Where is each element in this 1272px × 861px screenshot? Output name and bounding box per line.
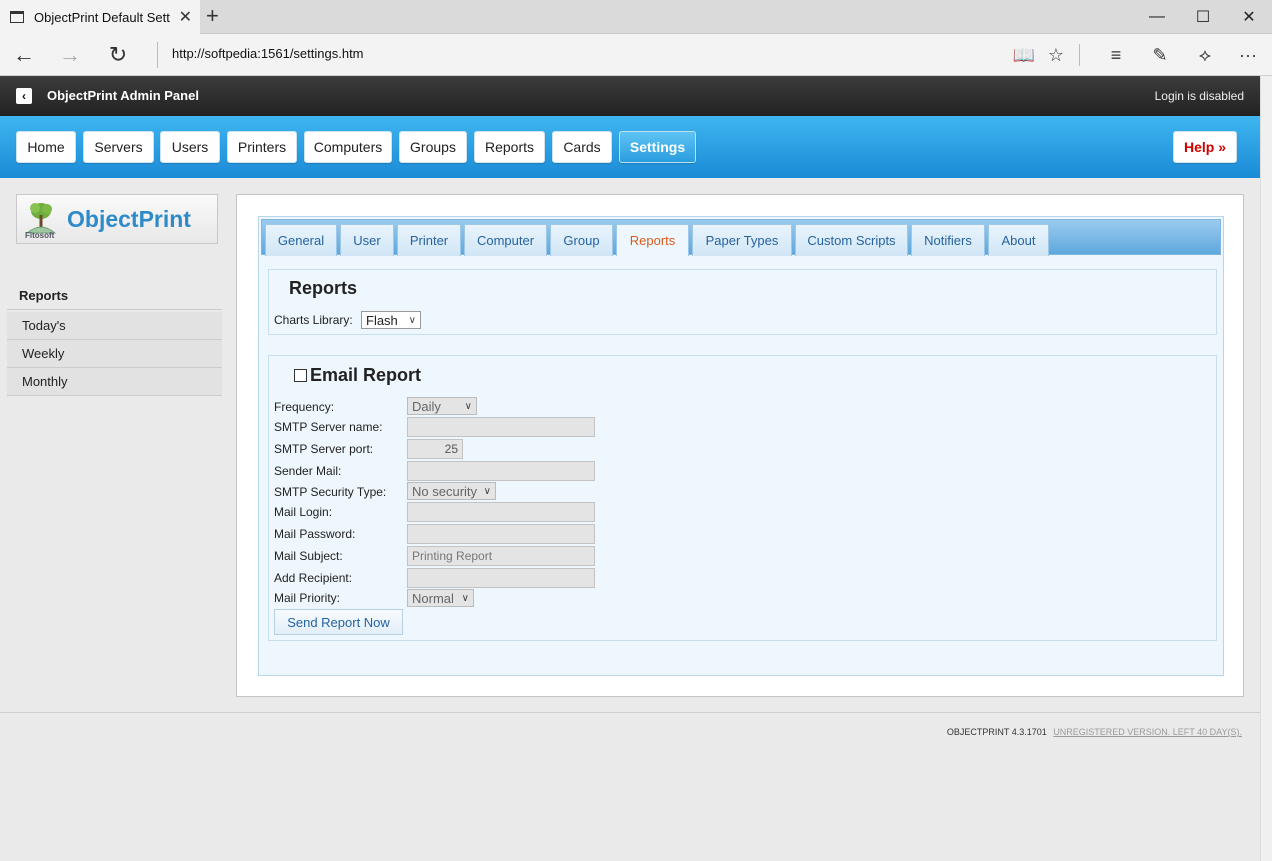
tab-about[interactable]: About (988, 224, 1049, 256)
app-header: ‹ ObjectPrint Admin Panel Login is disab… (0, 76, 1260, 116)
sender-mail-label: Sender Mail: (274, 464, 342, 478)
help-button[interactable]: Help » (1173, 131, 1237, 163)
version-text: OBJECTPRINT 4.3.1701 (946, 727, 1047, 737)
tab-reports[interactable]: Reports (616, 224, 689, 256)
app-title: ObjectPrint Admin Panel (47, 88, 199, 103)
sender-mail-input[interactable] (407, 461, 595, 481)
new-tab-icon[interactable]: + (206, 3, 219, 29)
browser-tab[interactable]: ObjectPrint Default Sett ✕ (0, 0, 200, 34)
send-report-now-button[interactable]: Send Report Now (274, 609, 403, 635)
nav-servers[interactable]: Servers (83, 131, 154, 163)
forward-arrow-icon[interactable]: → (52, 40, 88, 70)
tab-printer[interactable]: Printer (397, 224, 461, 256)
mail-password-input[interactable] (407, 524, 595, 544)
sidebar-heading: Reports (7, 280, 222, 310)
maximize-icon[interactable]: ☐ (1180, 0, 1226, 34)
nav-home[interactable]: Home (16, 131, 76, 163)
charts-library-select[interactable]: Flash ∨ (361, 311, 421, 329)
hub-icon[interactable]: ≡ (1101, 40, 1131, 70)
chevron-down-icon: ∨ (461, 592, 469, 604)
tab-custom-scripts[interactable]: Custom Scripts (795, 224, 908, 256)
url-field[interactable]: http://softpedia:1561/settings.htm (172, 46, 364, 61)
chevron-down-icon: ∨ (464, 400, 472, 412)
footer: OBJECTPRINT 4.3.1701 UNREGISTERED VERSIO… (947, 727, 1242, 737)
minimize-icon[interactable]: — (1134, 0, 1180, 34)
mail-subject-input[interactable]: Printing Report (407, 546, 595, 566)
address-bar: ← → ↻ http://softpedia:1561/settings.htm… (0, 34, 1272, 76)
security-type-select[interactable]: No security ∨ (407, 482, 496, 500)
page-icon (10, 11, 24, 23)
email-report-box: Email Report Frequency: Daily ∨ SMTP Serv… (268, 355, 1217, 641)
scrollbar[interactable] (1260, 76, 1272, 861)
sidebar-item-monthly[interactable]: Monthly (7, 368, 222, 396)
refresh-icon[interactable]: ↻ (100, 40, 136, 70)
collapse-arrow-icon[interactable]: ‹ (16, 88, 32, 104)
smtp-port-input[interactable]: 25 (407, 439, 463, 459)
mail-subject-label: Mail Subject: (274, 549, 343, 563)
reports-title: Reports (289, 278, 358, 298)
sidebar-item-weekly[interactable]: Weekly (7, 340, 222, 368)
more-icon[interactable]: ··· (1233, 40, 1263, 70)
settings-inner: General User Printer Computer Group Repo… (258, 216, 1224, 676)
unregistered-link[interactable]: UNREGISTERED VERSION. LEFT 40 DAY(S). (1053, 727, 1242, 737)
nav-cards[interactable]: Cards (552, 131, 612, 163)
browser-tab-title: ObjectPrint Default Sett (34, 9, 170, 25)
smtp-server-input[interactable] (407, 417, 595, 437)
mail-priority-label: Mail Priority: (274, 591, 341, 605)
chevron-down-icon: ∨ (483, 485, 491, 497)
mail-login-input[interactable] (407, 502, 595, 522)
email-report-checkbox[interactable] (294, 369, 307, 382)
window-close-icon[interactable]: ✕ (1226, 0, 1272, 34)
nav-settings[interactable]: Settings (619, 131, 696, 163)
share-icon[interactable]: ⟡ (1190, 40, 1220, 70)
tab-computer[interactable]: Computer (464, 224, 547, 256)
add-recipient-label: Add Recipient: (274, 571, 353, 585)
logo-brand: ObjectPrint (67, 206, 191, 232)
nav-printers[interactable]: Printers (227, 131, 297, 163)
nav-reports[interactable]: Reports (474, 131, 545, 163)
nav-users[interactable]: Users (160, 131, 220, 163)
logo-sub: Fitosoft (25, 231, 55, 240)
mail-priority-select[interactable]: Normal ∨ (407, 589, 474, 607)
favorite-star-icon[interactable]: ☆ (1041, 40, 1071, 70)
mail-login-label: Mail Login: (274, 505, 333, 519)
add-recipient-input[interactable] (407, 568, 595, 588)
objectprint-logo: ObjectPrint Fitosoft (16, 194, 218, 244)
web-note-icon[interactable]: ✎ (1145, 40, 1175, 70)
settings-tabs: General User Printer Computer Group Repo… (261, 219, 1221, 256)
login-status: Login is disabled (1154, 89, 1244, 103)
frequency-select[interactable]: Daily ∨ (407, 397, 477, 415)
tab-paper-types[interactable]: Paper Types (692, 224, 792, 256)
close-tab-icon[interactable]: ✕ (179, 7, 192, 27)
settings-panel: General User Printer Computer Group Repo… (236, 194, 1244, 697)
nav-computers[interactable]: Computers (304, 131, 392, 163)
mail-password-label: Mail Password: (274, 527, 356, 541)
tab-group[interactable]: Group (550, 224, 613, 256)
tab-general[interactable]: General (265, 224, 337, 256)
tab-notifiers[interactable]: Notifiers (911, 224, 985, 256)
smtp-server-label: SMTP Server name: (274, 420, 383, 434)
reading-view-icon[interactable]: 📖 (1009, 40, 1039, 70)
back-arrow-icon[interactable]: ← (6, 40, 42, 70)
reports-box: Reports Charts Library: Flash ∨ (268, 269, 1217, 335)
charts-library-label: Charts Library: (274, 313, 353, 327)
email-report-title: Email Report (310, 365, 422, 385)
nav-groups[interactable]: Groups (399, 131, 467, 163)
browser-tab-strip: ObjectPrint Default Sett ✕ + — ☐ ✕ (0, 0, 1272, 34)
smtp-port-label: SMTP Server port: (274, 442, 374, 456)
chevron-down-icon: ∨ (408, 314, 416, 326)
security-type-label: SMTP Security Type: (274, 485, 387, 499)
main-nav: Home Servers Users Printers Computers Gr… (0, 116, 1260, 178)
frequency-label: Frequency: (274, 400, 335, 414)
tab-user[interactable]: User (340, 224, 394, 256)
sidebar-item-todays[interactable]: Today's (7, 312, 222, 340)
